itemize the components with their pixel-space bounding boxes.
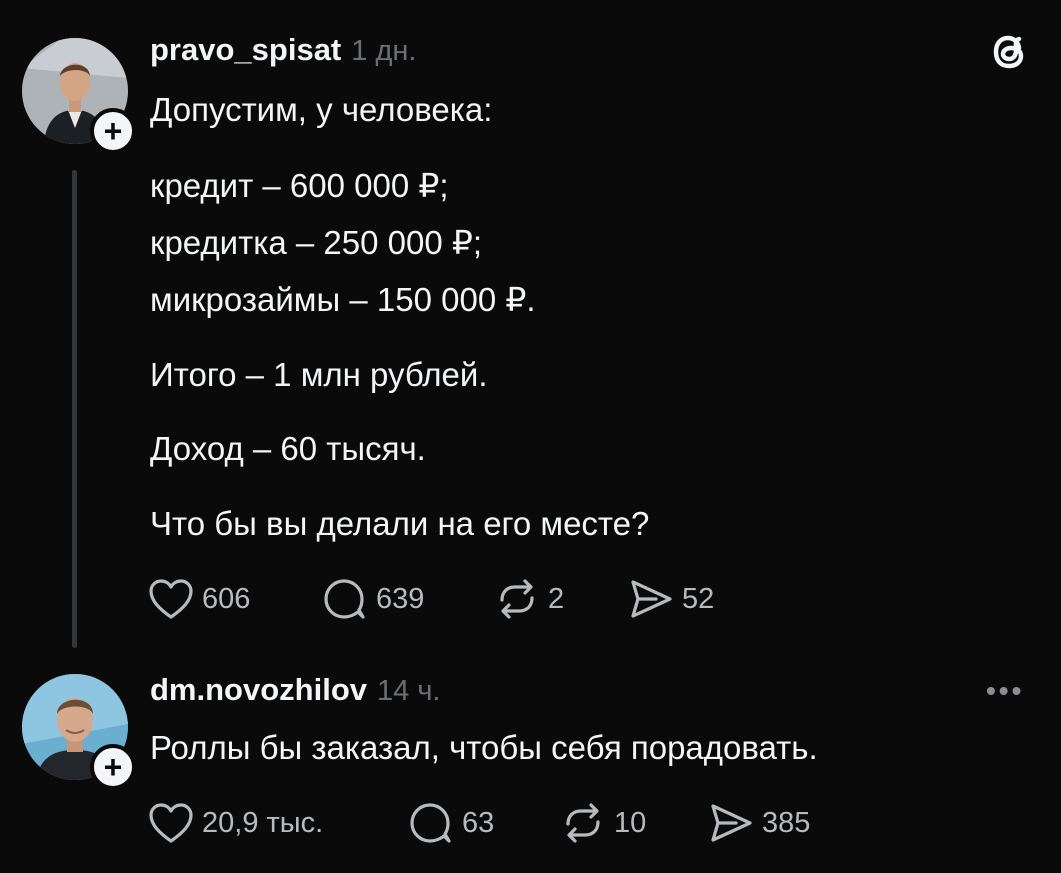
post-line-6: Доход – 60 тысяч.	[150, 430, 426, 467]
post-line-4: микрозаймы – 150 000 ₽.	[150, 281, 536, 318]
reply-share-count: 385	[762, 806, 811, 839]
follow-button[interactable]: +	[90, 108, 136, 154]
reply-count: 639	[376, 582, 425, 615]
repost-count: 2	[548, 582, 565, 615]
reply-reply-count: 63	[462, 806, 495, 839]
reply-repost-count: 10	[614, 806, 647, 839]
share-send-icon	[631, 580, 672, 618]
comment-bubble-icon	[410, 803, 451, 843]
post-time: 1 дн.	[351, 35, 417, 67]
repost-icon	[500, 579, 534, 619]
reply-time: 14 ч.	[377, 675, 441, 707]
reply-like-count: 20,9 тыс.	[202, 806, 324, 839]
reply-header: dm.novozhilov 14 ч.	[150, 672, 440, 708]
comment-bubble-icon	[324, 579, 365, 619]
post-line-7: Что бы вы делали на его месте?	[150, 505, 650, 542]
reply-reply-button[interactable]: 63	[408, 802, 494, 844]
reply-username[interactable]: dm.novozhilov	[150, 672, 367, 707]
reply-share-button[interactable]: 385	[708, 802, 810, 844]
share-send-icon	[711, 804, 752, 842]
repost-button[interactable]: 2	[494, 578, 564, 620]
post-line-1: Допустим, у человека:	[150, 91, 493, 128]
heart-icon	[149, 803, 193, 843]
post-username[interactable]: pravo_spisat	[150, 32, 341, 67]
post-line-5: Итого – 1 млн рублей.	[150, 356, 488, 393]
like-count: 606	[202, 582, 251, 615]
reply-follow-button[interactable]: +	[90, 744, 136, 790]
reply-button[interactable]: 639	[322, 578, 424, 620]
post-header: pravo_spisat 1 дн.	[150, 32, 416, 68]
post-line-2: кредит – 600 000 ₽;	[150, 167, 449, 204]
share-count: 52	[682, 582, 715, 615]
thread-line	[72, 170, 77, 648]
heart-icon	[149, 579, 193, 619]
reply-like-button[interactable]: 20,9 тыс.	[148, 802, 323, 844]
reply-repost-button[interactable]: 10	[560, 802, 646, 844]
reply-text: Роллы бы заказал, чтобы себя порадовать.	[150, 729, 818, 766]
share-button[interactable]: 52	[628, 578, 714, 620]
post-line-3: кредитка – 250 000 ₽;	[150, 224, 483, 261]
repost-icon	[566, 803, 600, 843]
more-dots-icon[interactable]: •••	[986, 675, 1024, 707]
like-button[interactable]: 606	[148, 578, 250, 620]
threads-logo-icon[interactable]	[984, 26, 1036, 83]
